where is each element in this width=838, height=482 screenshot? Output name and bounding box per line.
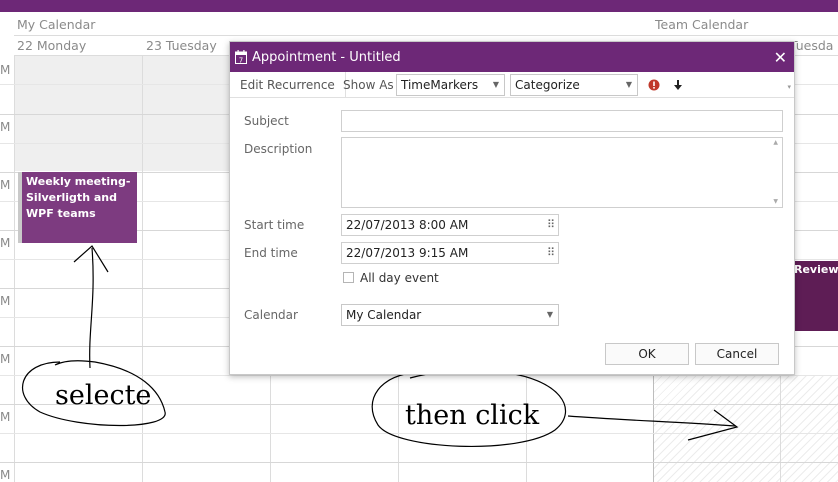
description-label: Description bbox=[244, 142, 313, 156]
dialog-title: Appointment - Untitled bbox=[252, 50, 401, 65]
datetime-picker-icon[interactable]: ⠿ bbox=[547, 215, 555, 235]
chevron-down-icon: ▼ bbox=[546, 310, 553, 319]
cancel-button[interactable]: Cancel bbox=[695, 343, 779, 365]
time-label: M bbox=[0, 120, 11, 134]
close-icon[interactable]: ✕ bbox=[774, 42, 787, 73]
subject-label: Subject bbox=[244, 114, 289, 128]
edit-recurrence-button[interactable]: Edit Recurrence bbox=[230, 72, 346, 98]
appointment-dialog: 7 Appointment - Untitled ✕ Edit Recurren… bbox=[229, 41, 795, 375]
start-time-label: Start time bbox=[244, 218, 305, 232]
datetime-picker-icon[interactable]: ⠿ bbox=[547, 243, 555, 263]
annotation-selecte: selecte bbox=[55, 380, 152, 411]
grid-vline bbox=[142, 56, 143, 482]
top-accent-bar bbox=[0, 0, 838, 12]
grid-vline bbox=[14, 56, 15, 482]
day-header-monday[interactable]: 22 Monday bbox=[14, 36, 143, 56]
dialog-toolbar: Edit Recurrence Show As TimeMarkers ▼ Ca… bbox=[230, 72, 794, 98]
calendar-dropdown[interactable]: My Calendar ▼ bbox=[341, 304, 559, 326]
description-input[interactable]: ▲ ▼ bbox=[341, 137, 783, 208]
end-time-label: End time bbox=[244, 246, 298, 260]
grid-hline bbox=[0, 433, 838, 434]
scroll-down-icon[interactable]: ▼ bbox=[773, 197, 778, 207]
all-day-checkbox[interactable] bbox=[343, 272, 354, 283]
end-time-value: 22/07/2013 9:15 AM bbox=[346, 246, 469, 260]
ok-button[interactable]: OK bbox=[605, 343, 689, 365]
grid-hline bbox=[0, 375, 838, 376]
time-label: M bbox=[0, 236, 11, 250]
svg-text:7: 7 bbox=[239, 56, 243, 64]
categorize-dropdown[interactable]: Categorize ▼ bbox=[510, 74, 638, 96]
time-markers-dropdown[interactable]: TimeMarkers ▼ bbox=[396, 74, 505, 96]
grid-hline bbox=[0, 462, 838, 463]
chevron-down-icon: ▼ bbox=[625, 80, 632, 89]
down-arrow-icon[interactable] bbox=[673, 79, 683, 91]
group-header-team-calendar: Team Calendar bbox=[654, 12, 838, 36]
group-header-my-calendar: My Calendar bbox=[14, 12, 654, 36]
unavailable-slot-hatch bbox=[654, 376, 838, 482]
end-time-input[interactable]: 22/07/2013 9:15 AM ⠿ bbox=[341, 242, 559, 264]
time-label: M bbox=[0, 410, 11, 424]
start-time-input[interactable]: 22/07/2013 8:00 AM ⠿ bbox=[341, 214, 559, 236]
appointment-title: Review m bbox=[794, 263, 838, 276]
time-label: M bbox=[0, 468, 11, 482]
time-label: M bbox=[0, 294, 11, 308]
appointment-review[interactable]: Review m bbox=[792, 261, 838, 331]
dialog-title-bar[interactable]: 7 Appointment - Untitled ✕ bbox=[230, 42, 794, 72]
time-label: M bbox=[0, 63, 11, 77]
appointment-weekly-meeting[interactable]: Weekly meeting- Silverligth and WPF team… bbox=[18, 172, 137, 243]
calendar-label: Calendar bbox=[244, 308, 298, 322]
annotation-then-click: then click bbox=[405, 400, 540, 431]
calendar-value: My Calendar bbox=[346, 308, 422, 322]
categorize-value: Categorize bbox=[515, 78, 580, 92]
scroll-up-icon[interactable]: ▲ bbox=[773, 138, 778, 148]
time-label: M bbox=[0, 352, 11, 366]
show-as-label: Show As bbox=[343, 78, 394, 92]
start-time-value: 22/07/2013 8:00 AM bbox=[346, 218, 469, 232]
subject-input[interactable] bbox=[341, 110, 783, 132]
appointment-title: Weekly meeting- Silverligth and WPF team… bbox=[26, 175, 131, 220]
exclamation-icon[interactable] bbox=[648, 79, 660, 91]
toolbar-overflow-icon[interactable]: ▾ bbox=[787, 83, 791, 91]
time-markers-value: TimeMarkers bbox=[401, 78, 479, 92]
calendar-icon: 7 bbox=[235, 50, 247, 64]
time-label: M bbox=[0, 178, 11, 192]
chevron-down-icon: ▼ bbox=[492, 80, 499, 89]
all-day-label[interactable]: All day event bbox=[360, 271, 439, 285]
